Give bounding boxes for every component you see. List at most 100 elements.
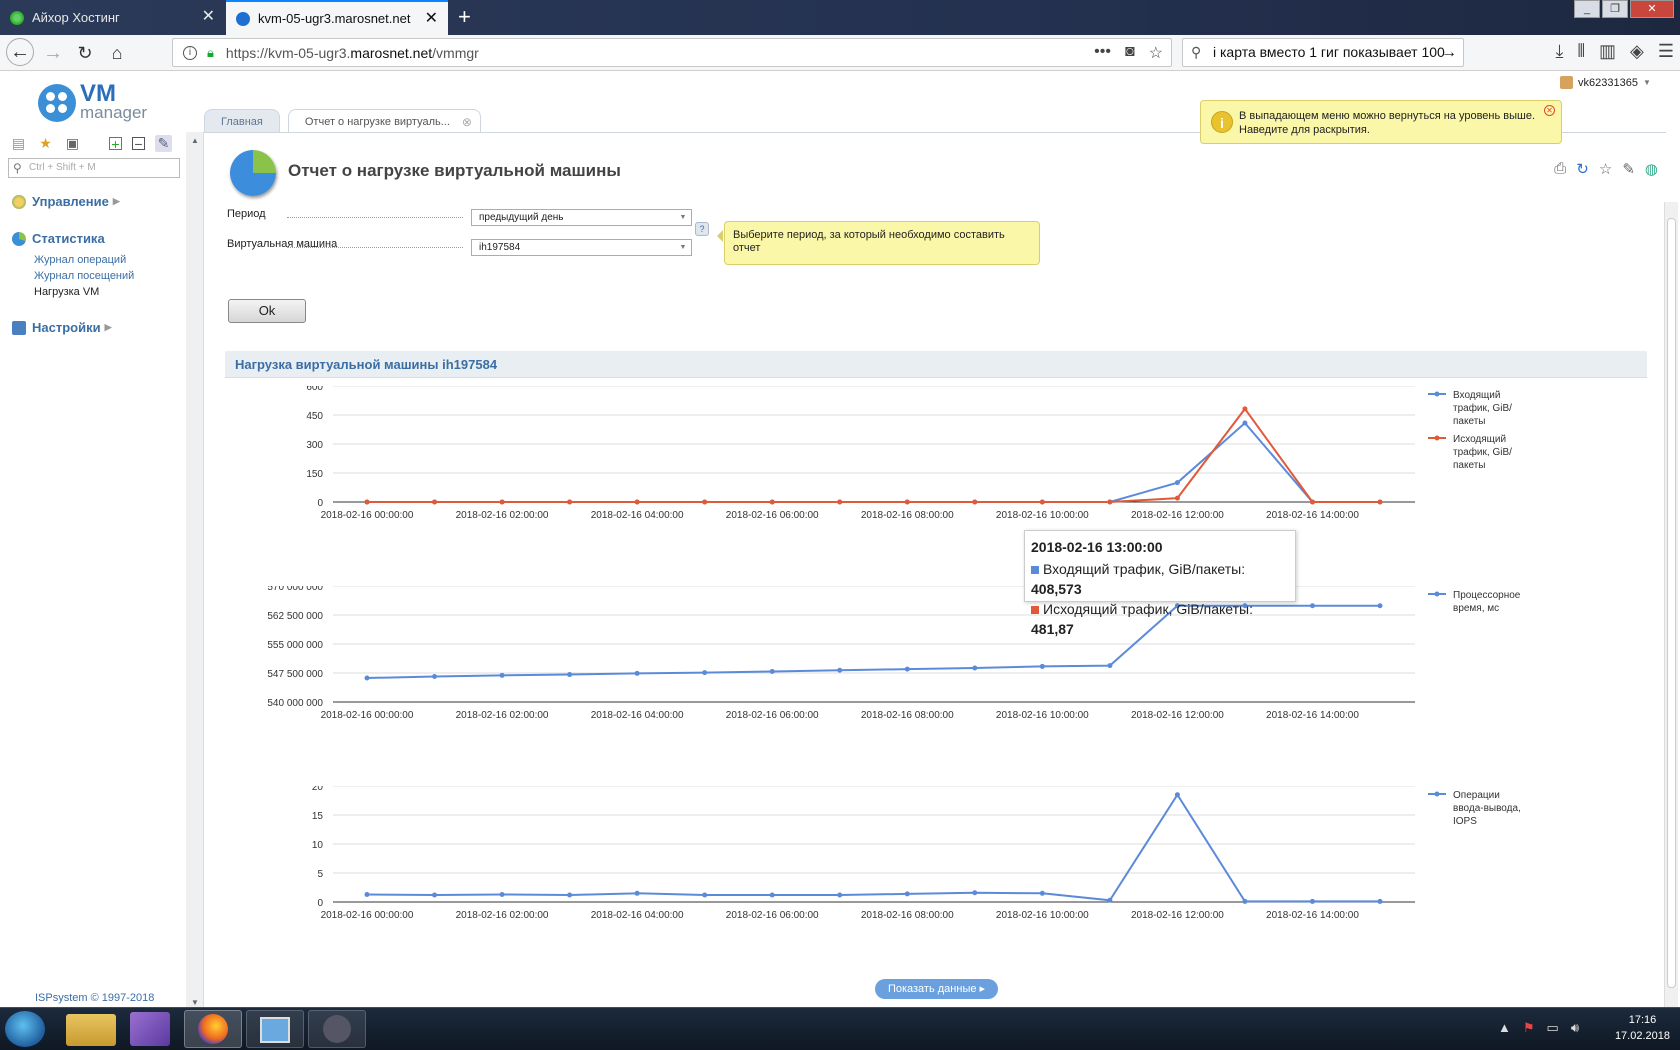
expand-all-icon[interactable]: + [109, 137, 122, 151]
network-icon[interactable]: ▭ [1547, 1020, 1559, 1036]
close-notice-icon[interactable]: ✕ [1544, 105, 1555, 116]
y-tick-label: 300 [306, 440, 323, 451]
menu-icon[interactable]: ☰ [1658, 41, 1674, 62]
scroll-down-icon[interactable]: ▼ [191, 998, 199, 1007]
management-icon [12, 194, 26, 209]
system-tray: ▲ ⚑ ▭ 🔊︎ [1498, 1020, 1579, 1036]
data-point [634, 670, 640, 676]
user-menu[interactable]: vk62331365 ▼ [1560, 76, 1651, 89]
clock[interactable]: 17:16 17.02.2018 [1615, 1012, 1670, 1044]
sidebar-menu: Управление ▶ Статистика Журнал операций … [12, 194, 134, 341]
info-icon[interactable]: i [183, 45, 197, 60]
pocket-icon[interactable]: ◙ [1125, 43, 1135, 63]
firefox-taskbar-icon[interactable] [184, 1010, 242, 1048]
print-icon[interactable]: ⎙ [1554, 160, 1566, 178]
data-point [1039, 663, 1045, 669]
window-close-button[interactable]: ✕ [1630, 0, 1674, 18]
help-button[interactable]: ? [695, 222, 709, 236]
data-point [837, 667, 843, 673]
explorer-taskbar-icon[interactable] [66, 1014, 116, 1046]
visual-studio-taskbar-icon[interactable] [130, 1012, 170, 1046]
home-icon[interactable]: ⌂ [104, 40, 130, 66]
sidebar-splitter[interactable]: ▲ ▼ [186, 132, 204, 1007]
copyright[interactable]: ISPsystem © 1997-2018 [35, 992, 154, 1004]
menu-group-label: Управление [32, 194, 109, 209]
vm-select[interactable]: ih197584 ▼ [471, 239, 692, 256]
page-actions-icon[interactable]: ••• [1094, 43, 1111, 63]
data-point [1039, 890, 1045, 896]
legend-label: время, мс [1453, 603, 1499, 614]
lock-icon[interactable]: 🔒︎ [207, 45, 214, 61]
sidebar-search-input[interactable]: ⚲ Ctrl + Shift + M [8, 158, 180, 178]
page-tabs: Главная Отчет о нагрузке виртуаль... ⊗ [204, 109, 481, 133]
data-point [1174, 495, 1180, 501]
x-tick-label: 2018-02-16 14:00:00 [1266, 910, 1359, 921]
collapse-all-icon[interactable]: − [132, 137, 145, 151]
start-button[interactable] [5, 1011, 45, 1047]
menu-item-vm-load[interactable]: Нагрузка VM [34, 284, 134, 300]
back-button[interactable]: ← [6, 38, 34, 66]
data-point [634, 890, 640, 896]
legend-label: IOPS [1453, 816, 1477, 827]
browser-tab-active[interactable]: kvm-05-ugr3.marosnet.net ✕ [226, 0, 448, 35]
minimize-button[interactable]: _ [1574, 0, 1600, 18]
refresh-icon[interactable]: ↻ [1576, 160, 1589, 178]
maximize-button[interactable]: ❐ [1602, 0, 1628, 18]
extension-icon[interactable]: ◈ [1630, 41, 1644, 62]
show-hidden-icons[interactable]: ▲ [1498, 1020, 1511, 1036]
tree-icon[interactable]: ▤ [10, 135, 27, 152]
data-point [364, 891, 370, 897]
chevron-down-icon: ▼ [679, 214, 687, 221]
search-go-icon[interactable]: → [1441, 39, 1457, 66]
windows-taskbar: ▲ ⚑ ▭ 🔊︎ 17:16 17.02.2018 [0, 1007, 1680, 1050]
data-point [702, 892, 708, 898]
menu-item-visits-log[interactable]: Журнал посещений [34, 268, 134, 284]
bookmark-star-icon[interactable]: ☆ [1149, 43, 1163, 63]
forward-button[interactable]: → [40, 40, 66, 66]
sidebar-toolbar: ▤ ★ ▣ + − ✎ [10, 135, 172, 152]
pin-icon[interactable]: ✎ [155, 135, 172, 152]
data-point [567, 672, 573, 678]
close-tab-icon[interactable]: ⊗ [462, 110, 472, 134]
new-tab-button[interactable]: + [458, 4, 471, 30]
scrollbar-thumb[interactable] [1667, 218, 1676, 988]
search-input[interactable]: ⚲ і карта вместо 1 гиг показывает 100 → [1182, 38, 1464, 67]
close-tab-icon[interactable]: ✕ [425, 11, 438, 27]
y-tick-label: 10 [312, 840, 324, 851]
reload-icon[interactable]: ↻ [72, 40, 98, 66]
data-point [1377, 603, 1383, 609]
favorites-star-icon[interactable]: ★ [37, 135, 54, 152]
x-tick-label: 2018-02-16 14:00:00 [1266, 510, 1359, 521]
control-panel-taskbar-icon[interactable] [246, 1010, 304, 1048]
tab-vm-load-report[interactable]: Отчет о нагрузке виртуаль... ⊗ [287, 109, 481, 134]
sidebar-icon[interactable]: ▥ [1599, 41, 1616, 62]
library-icon[interactable]: ⫴ [1577, 41, 1585, 62]
favorite-star-icon[interactable]: ☆ [1599, 160, 1612, 178]
close-tab-icon[interactable]: ✕ [202, 9, 215, 25]
series-line [367, 407, 1380, 503]
help-globe-icon[interactable]: ◍ [1645, 160, 1658, 178]
ok-button[interactable]: Ok [228, 299, 306, 323]
menu-group-statistics[interactable]: Статистика [12, 231, 134, 246]
scroll-up-icon[interactable]: ▲ [191, 136, 199, 145]
chart-tooltip: 2018-02-16 13:00:00 Входящий трафик, GiB… [1024, 530, 1296, 637]
clipboard-icon[interactable]: ▣ [64, 135, 81, 152]
address-bar[interactable]: i 🔒︎ https://kvm-05-ugr3.marosnet.net/vm… [172, 38, 1172, 67]
tab-home[interactable]: Главная [204, 109, 280, 133]
data-point [1242, 420, 1248, 426]
menu-group-management[interactable]: Управление ▶ [12, 194, 134, 209]
browser-tab[interactable]: Айхор Хостинг ✕ [0, 0, 225, 35]
period-select[interactable]: предыдущий день ▼ [471, 209, 692, 226]
action-center-icon[interactable]: ⚑ [1523, 1020, 1535, 1036]
app-taskbar-icon[interactable] [308, 1010, 366, 1048]
pin-icon[interactable]: ✎ [1622, 160, 1635, 178]
browser-tab-bar: Айхор Хостинг ✕ kvm-05-ugr3.marosnet.net… [0, 0, 1680, 35]
volume-icon[interactable]: 🔊︎ [1571, 1020, 1579, 1036]
menu-group-settings[interactable]: Настройки ▶ [12, 320, 134, 335]
vmmanager-logo[interactable]: VM manager [38, 82, 147, 122]
downloads-icon[interactable]: ⤓ [1555, 41, 1563, 62]
menu-item-operations-log[interactable]: Журнал операций [34, 252, 134, 268]
page-scrollbar[interactable] [1664, 202, 1678, 1007]
x-tick-label: 2018-02-16 02:00:00 [456, 910, 549, 921]
show-data-button[interactable]: Показать данные ▸ [875, 979, 998, 999]
